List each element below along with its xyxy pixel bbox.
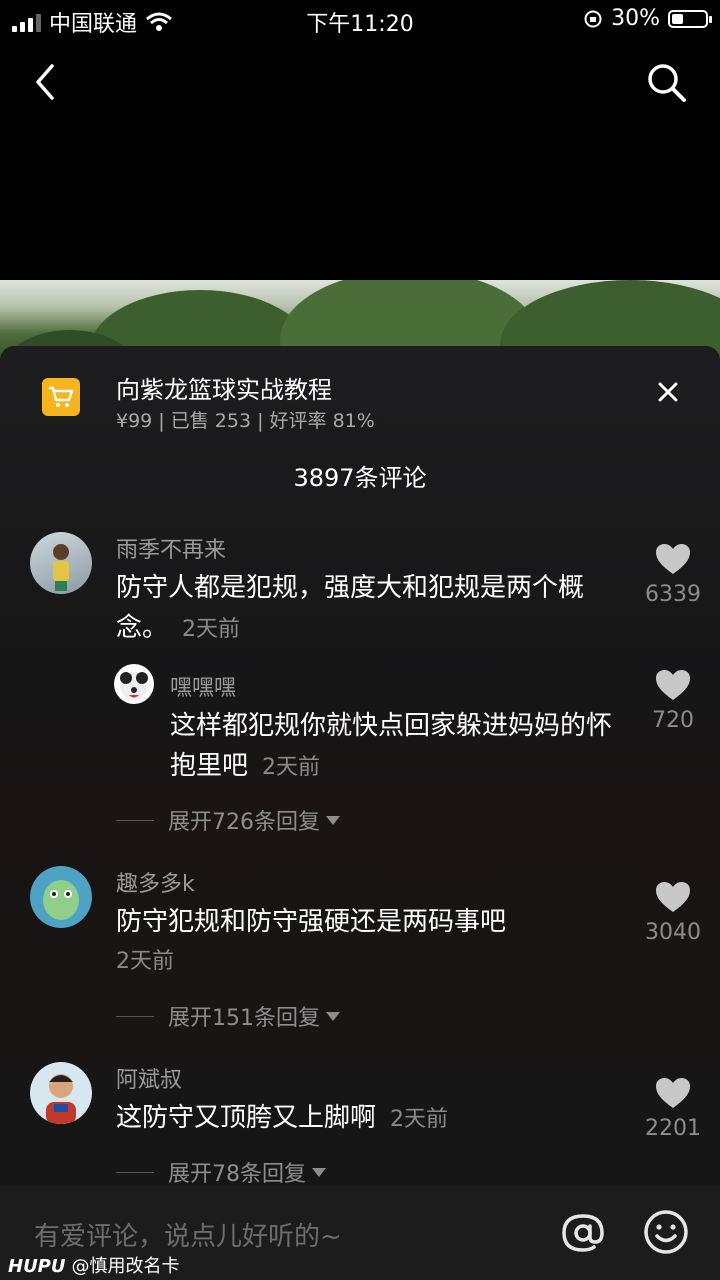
comment-body: 防守犯规和防守强硬还是两码事吧 <box>116 907 507 937</box>
reply-body: 这样都犯规你就快点回家躲进妈妈的怀抱里吧 <box>170 711 613 781</box>
comment-text: 防守犯规和防守强硬还是两码事吧 2天前 <box>116 902 616 982</box>
product-card[interactable]: 向紫龙篮球实战教程 ¥99 | 已售 253 | 好评率 81% <box>42 366 690 436</box>
like-button[interactable]: 6339 <box>638 542 708 607</box>
back-icon[interactable] <box>28 60 68 104</box>
heart-icon <box>656 670 690 700</box>
battery-icon <box>668 9 712 28</box>
watermark-user: @慎用改名卡 <box>71 1256 180 1277</box>
heart-icon <box>656 882 690 912</box>
reply-author[interactable]: 嘿嘿嘿 <box>170 670 236 702</box>
reply-text: 这样都犯规你就快点回家躲进妈妈的怀抱里吧 2天前 <box>170 706 620 788</box>
comment-time: 2天前 <box>116 949 174 974</box>
product-title: 向紫龙篮球实战教程 <box>116 376 332 404</box>
comment-sheet: 向紫龙篮球实战教程 ¥99 | 已售 253 | 好评率 81% 3897条评论… <box>0 346 720 1188</box>
comment-body: 这防守又顶胯又上脚啊 <box>116 1103 377 1133</box>
comment-time: 2天前 <box>390 1107 449 1132</box>
avatar[interactable] <box>30 866 92 928</box>
expand-label: 展开78条回复 <box>168 1162 306 1187</box>
divider <box>116 1015 154 1017</box>
comment-author[interactable]: 雨季不再来 <box>116 532 226 564</box>
avatar[interactable] <box>30 532 92 594</box>
comment-text: 防守人都是犯规，强度大和犯规是两个概念。 2天前 <box>116 568 616 650</box>
like-count: 2201 <box>645 1116 701 1141</box>
status-bar: 中国联通 下午11:20 30% <box>0 0 720 40</box>
expand-replies-button[interactable]: 展开726条回复 <box>116 804 340 836</box>
like-button[interactable]: 3040 <box>638 880 708 945</box>
comment-text: 这防守又顶胯又上脚啊 2天前 <box>116 1098 616 1140</box>
like-button[interactable]: 720 <box>638 668 708 733</box>
expand-replies-button[interactable]: 展开151条回复 <box>116 1000 340 1032</box>
comment-count: 3897条评论 <box>293 464 427 492</box>
heart-icon <box>656 544 690 574</box>
product-meta: ¥99 | 已售 253 | 好评率 81% <box>116 410 375 432</box>
caret-down-icon <box>326 1011 340 1021</box>
avatar[interactable] <box>114 664 154 704</box>
like-button[interactable]: 2201 <box>638 1076 708 1141</box>
like-count: 3040 <box>645 920 701 945</box>
cart-icon <box>42 378 80 416</box>
top-nav <box>0 50 720 114</box>
comment-time: 2天前 <box>182 617 241 642</box>
like-count: 6339 <box>645 582 701 607</box>
caret-down-icon <box>326 815 340 825</box>
like-count: 720 <box>652 708 694 733</box>
divider <box>116 819 154 821</box>
expand-label: 展开151条回复 <box>168 1006 320 1031</box>
comment-author[interactable]: 阿斌叔 <box>116 1062 182 1094</box>
comment-author[interactable]: 趣多多k <box>116 866 195 898</box>
status-right: 30% <box>583 6 712 31</box>
emoji-icon[interactable] <box>642 1208 690 1256</box>
watermark-brand: HUPU <box>8 1256 66 1277</box>
reply-time: 2天前 <box>262 755 321 780</box>
expand-replies-button[interactable]: 展开78条回复 <box>116 1156 326 1188</box>
close-icon[interactable] <box>648 372 688 412</box>
battery-percent: 30% <box>611 6 660 31</box>
at-icon[interactable] <box>558 1208 608 1258</box>
caret-down-icon <box>312 1167 326 1177</box>
watermark: HUPU @慎用改名卡 <box>8 1252 180 1278</box>
comment-input[interactable]: 有爱评论，说点儿好听的~ <box>34 1216 342 1253</box>
rotation-lock-icon <box>584 10 602 27</box>
avatar[interactable] <box>30 1062 92 1124</box>
expand-label: 展开726条回复 <box>168 810 320 835</box>
divider <box>116 1171 154 1173</box>
heart-icon <box>656 1078 690 1108</box>
search-icon[interactable] <box>644 60 690 106</box>
